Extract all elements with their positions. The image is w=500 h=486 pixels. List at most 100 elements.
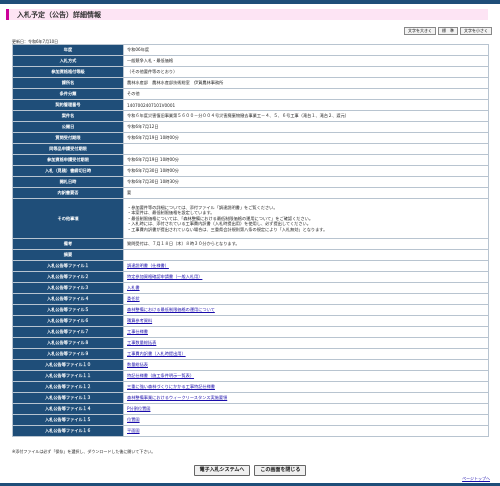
row-value: 積算参考資料 [123, 315, 489, 327]
attachment-link[interactable]: 森林整備における最低制限価格の運用について [127, 307, 215, 312]
detail-row: 入札公告等ファイル７ 工事仕様書 [12, 326, 489, 338]
back-to-system-button[interactable]: 電子入札システムへ [193, 465, 251, 476]
close-window-button[interactable]: この画面を閉じる [254, 465, 307, 476]
detail-row: 同等品申請受付期限 [12, 143, 489, 155]
page-top-link[interactable]: ページトップへ [462, 476, 490, 482]
row-label: 条件分類 [12, 88, 124, 100]
note-line: ・工事費内訳書が提出されていない場合は、三重県会計規則第八条の規定により「入札無… [127, 226, 328, 232]
detail-row: 摘要 [12, 249, 489, 261]
detail-row: 入札方式 一般競争入札・最低価格 [12, 55, 489, 67]
row-value: その他 [123, 88, 489, 100]
row-label: 入札公告等ファイル５ [12, 304, 124, 316]
title-bar: 入札予定（公告）詳細情報 [6, 9, 488, 20]
row-label: 入札公告等ファイル７ [12, 326, 124, 338]
top-bar [0, 0, 500, 4]
row-value: 特定参加資格確認申請書（一般入札用） [123, 271, 489, 283]
detail-row: 参加資格申請受付期限 令和6年7月19日 10時00分 [12, 154, 489, 166]
value-text: 令和06年度 [127, 47, 150, 52]
attachment-link[interactable]: 入札書 [127, 285, 140, 290]
detail-row: 入札（見積）書締切日時 令和6年7月30日 10時00分 [12, 165, 489, 177]
detail-row: 案件名 令和６年度災害復旧事業第５６００－分００４号災害廃棄物撤去事業工－４、５、… [12, 110, 489, 122]
detail-row: 入札公告等ファイル１ 調達説明書（仕様書） [12, 260, 489, 272]
row-label: 入札方式 [12, 55, 124, 67]
value-text: その他 [127, 91, 140, 96]
row-value: 一般競争入札・最低価格 [123, 55, 489, 67]
row-value [123, 143, 489, 155]
row-label: 案件名 [12, 110, 124, 122]
row-label: 質問受付期限 [12, 132, 124, 144]
row-value: 工事仕様書 [123, 326, 489, 338]
attachment-link[interactable]: 特記仕様書（施工条件明示一覧表） [127, 373, 194, 378]
row-value: 特記仕様書（施工条件明示一覧表） [123, 370, 489, 382]
row-value [123, 249, 489, 261]
attachment-link[interactable]: 積算参考資料 [127, 318, 152, 323]
row-value: 調達説明書（仕様書） [123, 260, 489, 272]
row-label: 入札公告等ファイル１０ [12, 359, 124, 371]
value-text: 要 [127, 190, 132, 195]
row-value: 工事数量総括表 [123, 337, 489, 349]
attachment-link[interactable]: 調達説明書（仕様書） [127, 263, 169, 268]
row-value: 位置図 [123, 414, 489, 426]
row-value: 委任状 [123, 293, 489, 305]
value-text: 1407002407101V0001 [127, 102, 176, 108]
row-label: 摘要 [12, 249, 124, 261]
row-label: その他事項 [12, 198, 124, 239]
attachment-link[interactable]: 平面図 [127, 428, 140, 433]
row-label: 参加資格申請受付期限 [12, 154, 124, 166]
row-label: 入札公告等ファイル８ [12, 337, 124, 349]
attachment-link[interactable]: 委任状 [127, 296, 140, 301]
font-size-controls: 文字を大きく 標 準 文字を小さく [404, 27, 492, 35]
row-label: 入札公告等ファイル６ [12, 315, 124, 327]
detail-row: 内訳書要否要 [12, 187, 489, 199]
value-text: 令和６年度災害復旧事業第５６００－分００４号災害廃棄物撤去事業工－４、５、６号工… [127, 113, 349, 118]
detail-row: 課所名 農林水産部 農林水産部技術総室 伊賀農林事務所 [12, 77, 489, 89]
attachment-link[interactable]: 三重に強い森林づくりにかかる工事特記仕様書 [127, 384, 215, 389]
row-value: 令和6年7月19日 10時00分 [123, 132, 489, 144]
row-value: 令和06年度 [123, 44, 489, 56]
attachment-link[interactable]: 特定参加資格確認申請書（一般入札用） [127, 274, 202, 279]
attachment-link[interactable]: 工事仕様書 [127, 329, 148, 334]
value-text: 令和6年7月30日 10時30分 [127, 179, 179, 184]
row-value: 要 [123, 187, 489, 199]
detail-row: 条件分類 その他 [12, 88, 489, 100]
row-label: 公開日 [12, 121, 124, 133]
detail-row: 入札公告等ファイル１１ 特記仕様書（施工条件明示一覧表） [12, 370, 489, 382]
row-label: 契約管理番号 [12, 99, 124, 111]
row-value: 令和6年7月30日 10時00分 [123, 165, 489, 177]
row-label: 備考 [12, 238, 124, 250]
row-value: 1407002407101V0001 [123, 99, 489, 111]
detail-table: 年度 令和06年度 入札方式 一般競争入札・最低価格 参加資格格付等級 （その他要件等のと… [12, 44, 489, 437]
attachment-link[interactable]: 数量総括表 [127, 362, 148, 367]
row-label: 入札公告等ファイル１５ [12, 414, 124, 426]
attachment-link[interactable]: 工事費内訳書（入札時提出用） [127, 351, 186, 356]
row-value: 入札書 [123, 282, 489, 294]
page-title: 入札予定（公告）詳細情報 [17, 11, 101, 19]
value-text: （その他要件等のとおり） [127, 69, 178, 74]
detail-row: 開札日時 令和6年7月30日 10時30分 [12, 176, 489, 188]
row-value: 平面図 [123, 425, 489, 437]
attachment-link[interactable]: 工事数量総括表 [127, 340, 156, 345]
row-value: 令和６年度災害復旧事業第５６００－分００４号災害廃棄物撤去事業工－４、５、６号工… [123, 110, 489, 122]
font-size-standard-button[interactable]: 標 準 [438, 27, 458, 35]
value-text: 令和6年7月19日 10時00分 [127, 157, 179, 162]
detail-row: 参加資格格付等級 （その他要件等のとおり） [12, 66, 489, 78]
row-label: 課所名 [12, 77, 124, 89]
attachment-link[interactable]: P分割位置図 [127, 406, 150, 411]
attachment-link[interactable]: 森林整備事業におけるウィークリースタンス実施要領 [127, 395, 227, 400]
row-value: 令和6年7月19日 10時00分 [123, 154, 489, 166]
row-value: 令和6年7月30日 10時30分 [123, 176, 489, 188]
detail-row: 入札公告等ファイル１４ P分割位置図 [12, 403, 489, 415]
font-size-small-button[interactable]: 文字を小さく [460, 27, 492, 35]
detail-row: 入札公告等ファイル９ 工事費内訳書（入札時提出用） [12, 348, 489, 360]
font-size-large-button[interactable]: 文字を大きく [404, 27, 436, 35]
row-label: 入札公告等ファイル３ [12, 282, 124, 294]
detail-row: 備考 質問受付は、７月１８日（木）８時３０分からとなります。 [12, 238, 489, 250]
row-label: 入札公告等ファイル１４ [12, 403, 124, 415]
detail-row: 契約管理番号 1407002407101V0001 [12, 99, 489, 111]
row-value: 数量総括表 [123, 359, 489, 371]
attachment-link[interactable]: 位置図 [127, 417, 140, 422]
detail-row: 入札公告等ファイル４ 委任状 [12, 293, 489, 305]
row-value: 農林水産部 農林水産部技術総室 伊賀農林事務所 [123, 77, 489, 89]
detail-row: 入札公告等ファイル５ 森林整備における最低制限価格の運用について [12, 304, 489, 316]
value-text: 令和6年7月12日 [127, 124, 159, 129]
